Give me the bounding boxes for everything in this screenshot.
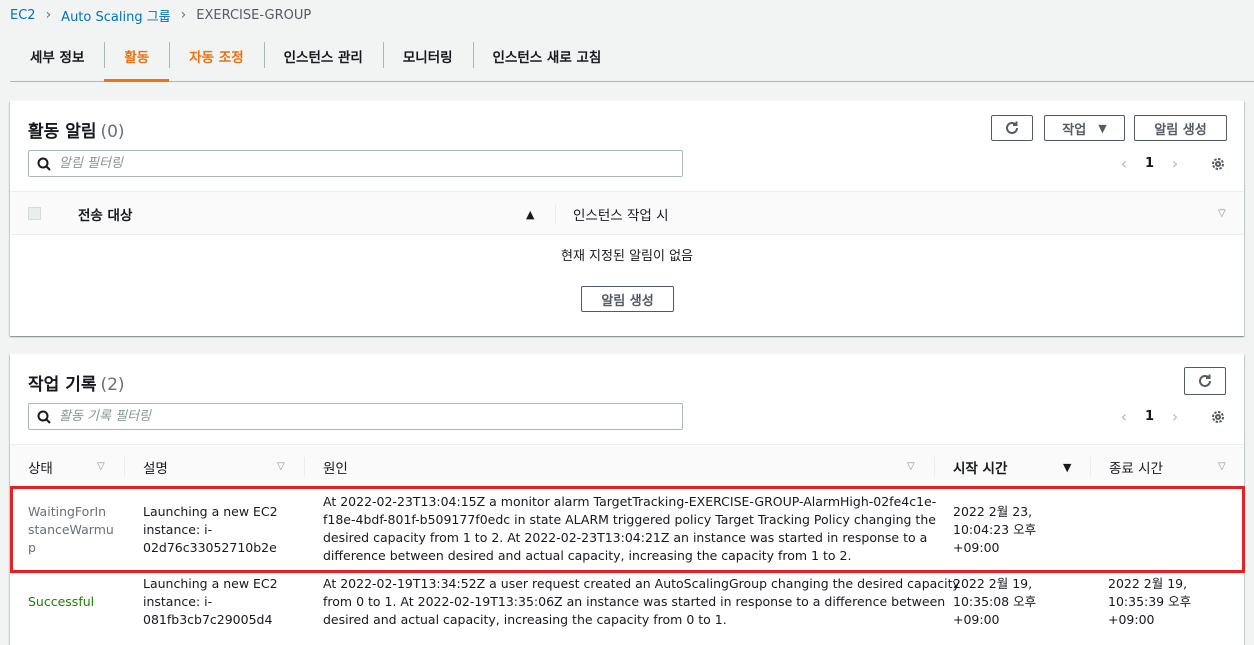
notification-count: (0)	[100, 122, 125, 142]
column-divider	[304, 457, 305, 477]
table-row-description: Launching a new EC2 instance: i- 081fb3c…	[143, 576, 278, 627]
notification-filter-input[interactable]	[59, 156, 659, 171]
search-icon	[37, 410, 51, 424]
column-header-instance-action[interactable]: 인스턴스 작업 시	[573, 192, 669, 235]
refresh-icon	[1199, 374, 1211, 387]
column-header-cause[interactable]: 원인	[323, 445, 348, 488]
history-table-header: 상태 ▽ 설명 ▽ 원인 ▽ 시작 시간 ▼ 종료 시간 ▽	[10, 444, 1244, 488]
tab-instance-management[interactable]: 인스턴스 관리	[263, 32, 383, 80]
tab-activity[interactable]: 활동	[104, 32, 170, 82]
highlighted-row-outline	[10, 486, 1245, 573]
column-header-description[interactable]: 설명	[143, 445, 168, 488]
refresh-button[interactable]	[991, 115, 1033, 141]
sort-icon[interactable]: ▽	[277, 461, 285, 472]
tab-monitoring[interactable]: 모니터링	[382, 32, 473, 80]
column-header-end-time[interactable]: 종료 시간	[1109, 445, 1163, 488]
breadcrumb-ec2-link[interactable]: EC2	[10, 8, 36, 23]
table-row-status: Successful	[28, 594, 95, 609]
chevron-left-icon[interactable]: ‹	[1115, 154, 1133, 173]
column-divider	[934, 457, 935, 477]
table-row-cause: At 2022-02-19T13:34:52Z a user request c…	[323, 576, 960, 627]
refresh-button[interactable]	[1184, 367, 1226, 395]
notification-table-header: 전송 대상 ▲ 인스턴스 작업 시 ▽	[10, 191, 1244, 235]
panel-title: 작업 기록 (2)	[28, 375, 125, 395]
gear-icon[interactable]	[1210, 156, 1226, 172]
tab-bar: 세부 정보 활동 자동 조정 인스턴스 관리 모니터링 인스턴스 새로 고침	[10, 32, 1254, 82]
create-notification-button[interactable]: 알림 생성	[1134, 115, 1227, 141]
sort-icon[interactable]: ▽	[97, 461, 105, 472]
column-divider	[124, 457, 125, 477]
sort-ascending-icon[interactable]: ▲	[526, 208, 534, 221]
page-number[interactable]: 1	[1145, 156, 1154, 171]
chevron-right-icon[interactable]: ›	[1166, 154, 1184, 173]
table-row-start-time: 2022 2월 19, 10:35:08 오후 +09:00	[953, 576, 1037, 627]
gear-icon[interactable]	[1210, 409, 1226, 425]
sort-icon[interactable]: ▽	[907, 461, 915, 472]
breadcrumb: EC2 › Auto Scaling 그룹 › EXERCISE-GROUP	[10, 6, 312, 25]
row-divider	[10, 573, 1244, 574]
breadcrumb-current: EXERCISE-GROUP	[196, 7, 312, 23]
chevron-left-icon[interactable]: ‹	[1115, 407, 1133, 426]
notification-filter[interactable]	[28, 150, 683, 177]
empty-state-text: 현재 지정된 알림이 없음	[561, 249, 693, 264]
chevron-right-icon[interactable]: ›	[1166, 407, 1184, 426]
history-count: (2)	[100, 375, 125, 395]
tab-automatic-scaling[interactable]: 자동 조정	[169, 32, 263, 80]
chevron-right-icon: ›	[180, 7, 187, 23]
tab-instance-refresh[interactable]: 인스턴스 새로 고침	[472, 32, 622, 80]
pagination: ‹ 1 ›	[1115, 407, 1184, 426]
breadcrumb-asg-link[interactable]: Auto Scaling 그룹	[61, 6, 170, 25]
column-header-recipient[interactable]: 전송 대상	[78, 192, 132, 235]
select-all-checkbox[interactable]	[28, 207, 41, 220]
empty-create-notification-button[interactable]: 알림 생성	[581, 286, 674, 312]
history-filter[interactable]	[28, 403, 683, 430]
activity-notifications-panel: 활동 알림(0) 작업 ▼ 알림 생성 ‹ 1 › 전송 대상 ▲ 인스턴스 작…	[10, 101, 1244, 336]
sort-icon[interactable]: ▽	[1218, 461, 1226, 472]
refresh-icon	[1006, 121, 1018, 134]
column-header-status[interactable]: 상태	[28, 445, 53, 488]
table-row-end-time: 2022 2월 19, 10:35:39 오후 +09:00	[1108, 576, 1192, 627]
column-divider	[1090, 457, 1091, 477]
column-header-start-time[interactable]: 시작 시간	[953, 445, 1007, 488]
sort-descending-icon[interactable]: ▼	[1063, 461, 1071, 474]
chevron-right-icon: ›	[45, 7, 52, 23]
sort-icon[interactable]: ▽	[1218, 208, 1226, 219]
history-filter-input[interactable]	[59, 409, 659, 424]
page-number[interactable]: 1	[1145, 409, 1154, 424]
column-divider	[555, 204, 556, 224]
tab-details[interactable]: 세부 정보	[10, 32, 104, 80]
panel-title: 활동 알림 (0)	[28, 122, 125, 142]
pagination: ‹ 1 ›	[1115, 154, 1184, 173]
search-icon	[37, 157, 51, 171]
actions-dropdown-button[interactable]: 작업 ▼	[1044, 115, 1125, 141]
caret-down-icon: ▼	[1098, 121, 1107, 135]
